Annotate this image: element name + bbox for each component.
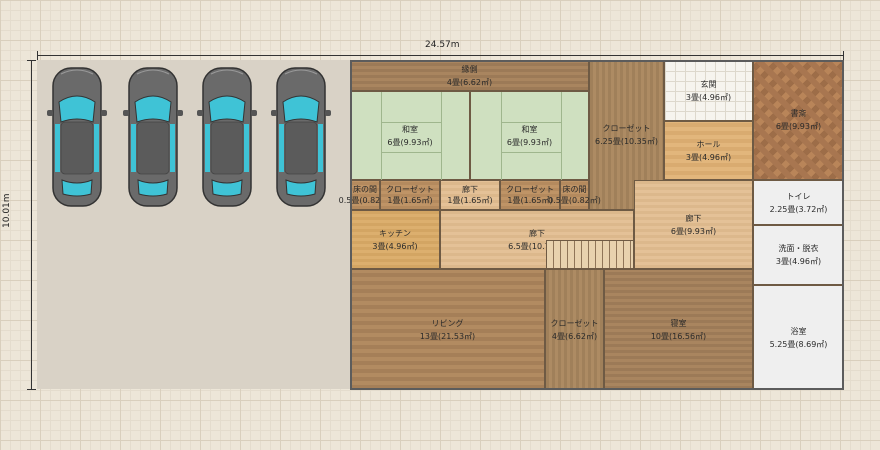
room-shinshitsu[interactable]: 寝室 10畳(16.56㎡) [604,269,753,390]
car-icon [271,67,331,207]
room-size: 10畳(16.56㎡) [650,331,707,341]
room-name: 廊下 [685,213,702,223]
room-size: 1畳(1.65㎡) [447,196,493,205]
room-name: クローゼット [506,185,554,194]
room-size: 6畳(9.93㎡) [387,137,433,147]
room-name: クローゼット [602,124,651,133]
room-size: 3畳(4.96㎡) [775,257,822,266]
room-name: 和室 [402,124,418,134]
room-name: クローゼット [550,318,599,328]
room-engawa[interactable]: 縁側 4畳(6.62㎡) [350,60,589,91]
room-tokonoma-2[interactable]: 床の間 0.5畳(0.82㎡) [548,180,601,210]
room-name: 床の間 [353,185,377,194]
room-washitsu-2[interactable]: 和室 6畳(9.93㎡) [470,91,589,181]
room-size: 1畳(1.65㎡) [387,196,433,205]
room-name: 寝室 [670,318,687,328]
room-name: 和室 [521,124,538,134]
room-tokonoma-1[interactable]: 床の間 0.5畳(0.82㎡) [339,180,391,210]
room-roka-1[interactable]: 廊下 1畳(1.65㎡) [440,180,500,210]
room-name: 玄関 [700,79,717,89]
room-shosai[interactable]: 書斎 6畳(9.93㎡) [753,60,844,180]
width-dimension-line [37,55,844,56]
room-name: リビング [431,318,464,328]
height-tick-bottom [27,389,36,390]
tatami-seam [381,92,382,181]
room-name: 洗面・脱衣 [778,244,819,253]
room-name: ホール [696,139,721,149]
room-living[interactable]: リビング 13畳(21.53㎡) [350,269,545,390]
height-tick-top [27,60,36,61]
room-name: 縁側 [461,64,478,74]
room-size: 6畳(9.93㎡) [670,226,717,236]
tatami-seam [501,92,502,181]
room-washitsu-1[interactable]: 和室 6畳(9.93㎡) [350,91,470,181]
room-name: 廊下 [529,228,545,238]
tatami-seam [501,152,561,153]
car-icon [47,67,107,207]
room-size: 1畳(1.65㎡) [507,196,553,205]
room-kitchen[interactable]: キッチン 3畳(4.96㎡) [350,210,440,269]
room-closet-1[interactable]: クローゼット 1畳(1.65㎡) [380,180,440,210]
room-senmen[interactable]: 洗面・脱衣 3畳(4.96㎡) [753,225,844,285]
room-size: 3畳(4.96㎡) [685,92,732,102]
room-size: 13畳(21.53㎡) [419,331,476,341]
room-roka-right[interactable]: 廊下 6畳(9.93㎡) [634,180,753,269]
width-label: 24.57m [425,40,460,50]
room-name: 書斎 [790,109,807,118]
room-name: 浴室 [790,326,807,336]
room-name: 廊下 [462,185,478,194]
car-icon [123,67,183,207]
room-closet-3[interactable]: クローゼット 4畳(6.62㎡) [545,269,604,390]
room-size: 2.25畳(3.72㎡) [769,204,828,214]
width-tick-left [37,51,38,60]
room-size: 6.25畳(10.35㎡) [595,137,658,146]
room-size: 4畳(6.62㎡) [551,331,598,341]
room-name: 床の間 [562,185,587,194]
height-label: 10.01m [2,193,12,228]
room-size: 4畳(6.62㎡) [446,77,493,87]
room-size: 6畳(9.93㎡) [506,137,553,147]
room-size: 3畳(4.96㎡) [372,241,418,251]
width-tick-right [843,51,844,60]
room-name: トイレ [786,191,811,201]
room-size: 0.5畳(0.82㎡) [548,196,601,205]
tatami-seam [561,92,562,181]
room-size: 6畳(9.93㎡) [775,122,822,131]
tatami-seam [381,152,441,153]
room-hall[interactable]: ホール 3畳(4.96㎡) [664,121,753,180]
room-size: 5.25畳(8.69㎡) [769,339,828,349]
room-yokushitsu[interactable]: 浴室 5.25畳(8.69㎡) [753,285,844,390]
room-toilet[interactable]: トイレ 2.25畳(3.72㎡) [753,180,844,225]
stairs [546,240,634,269]
height-dimension-line [31,60,32,390]
room-name: キッチン [379,228,411,238]
tatami-seam [441,92,442,181]
room-genkan[interactable]: 玄関 3畳(4.96㎡) [664,60,753,121]
room-size: 3畳(4.96㎡) [685,152,732,162]
room-name: クローゼット [386,185,434,194]
car-icon [197,67,257,207]
